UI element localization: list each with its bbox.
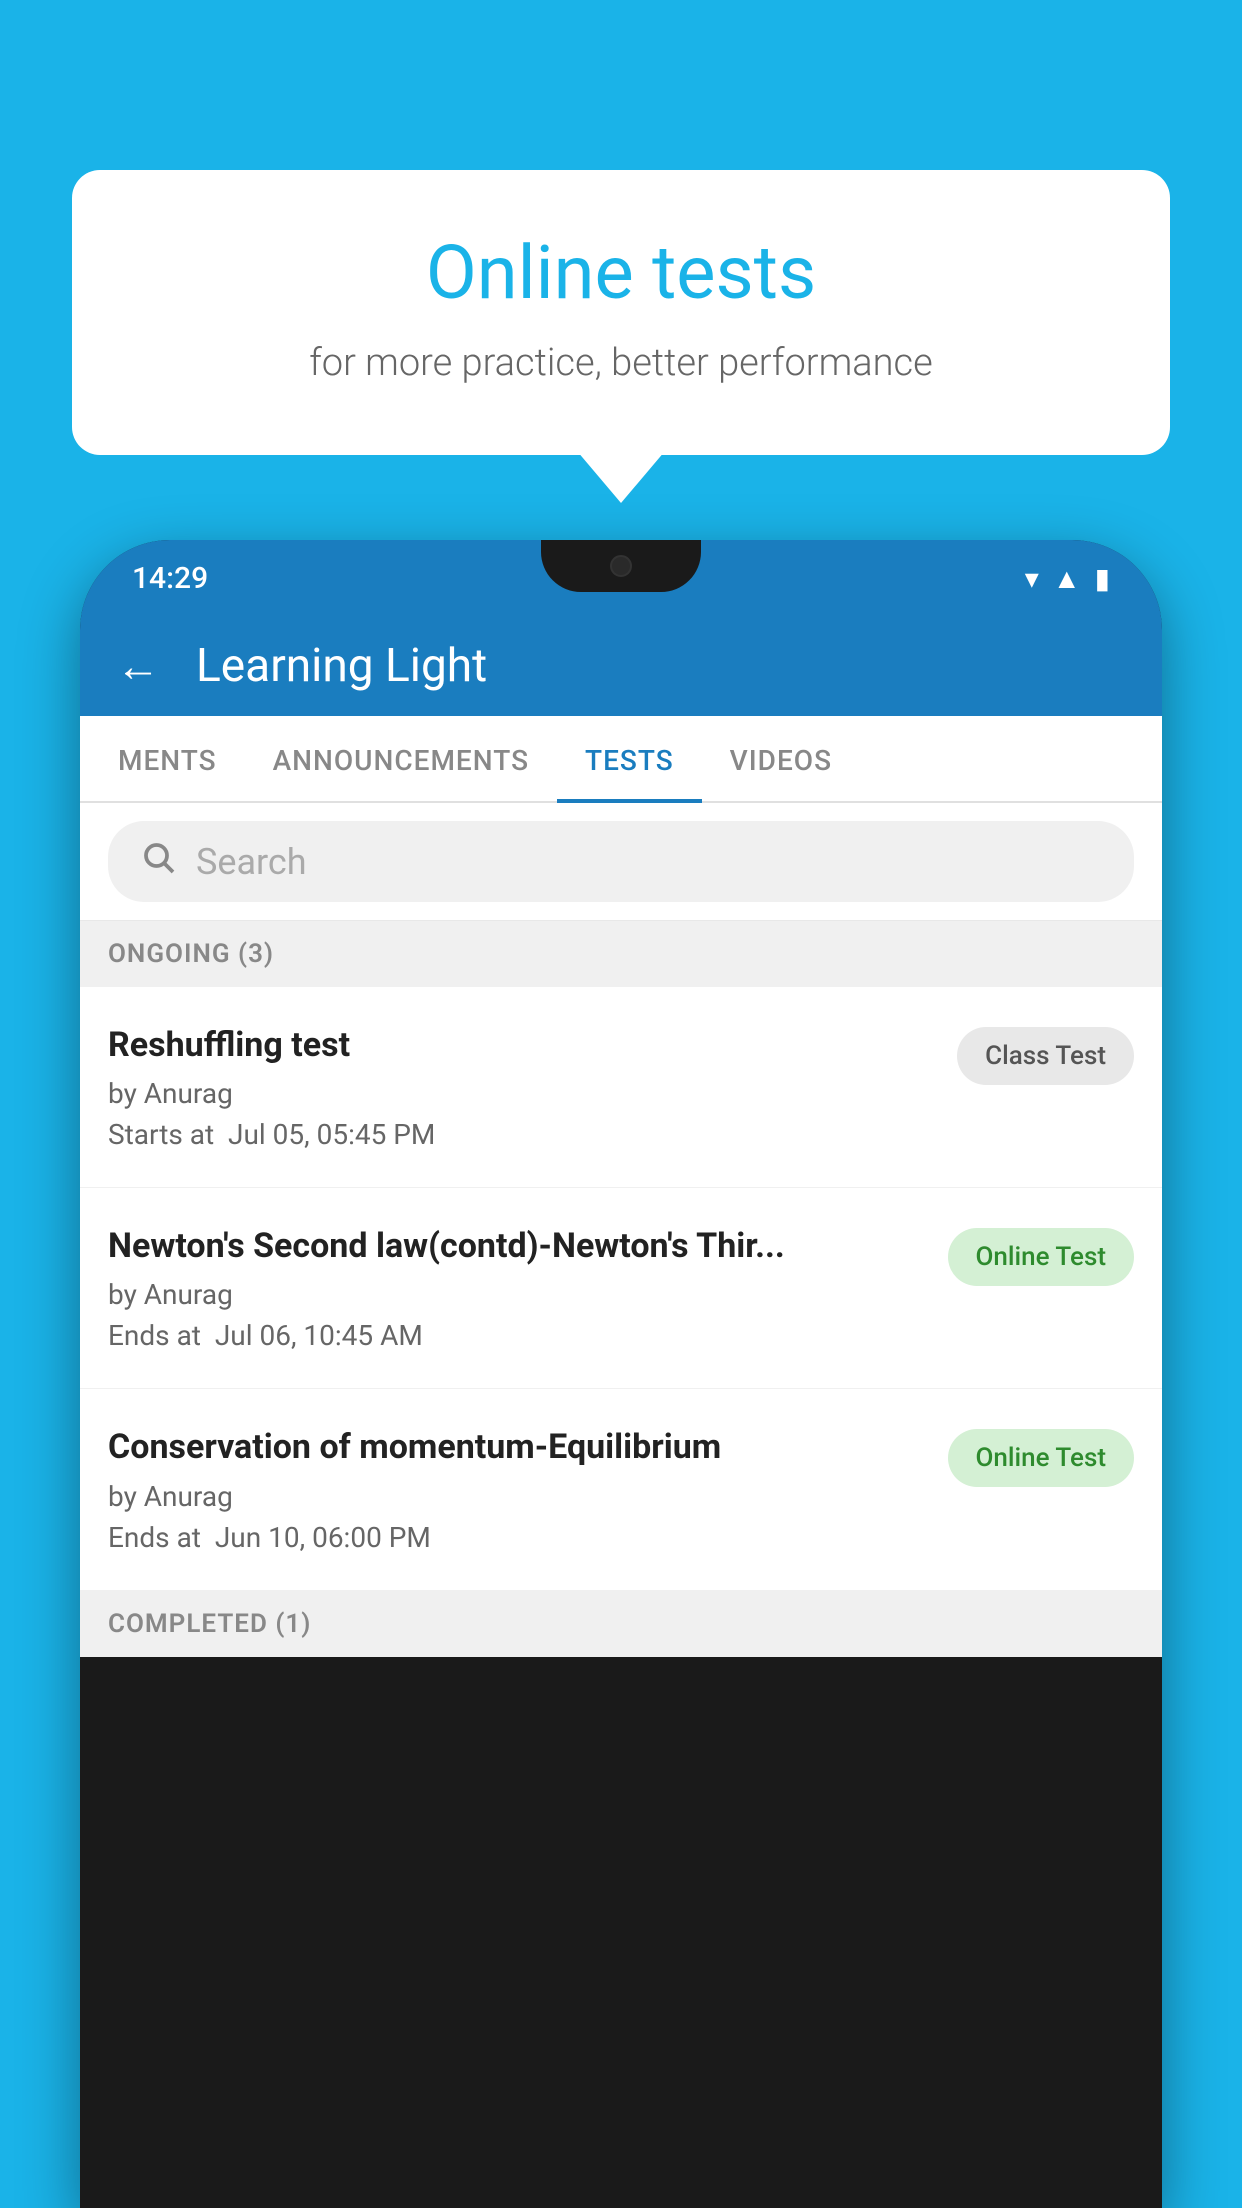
signal-icon: ▲ — [1053, 562, 1081, 595]
tabs-bar: MENTS ANNOUNCEMENTS TESTS VIDEOS — [80, 716, 1162, 803]
test-author-2: by Anurag — [108, 1278, 928, 1311]
test-item-3[interactable]: Conservation of momentum-Equilibrium by … — [80, 1389, 1162, 1590]
promo-subtitle: for more practice, better performance — [142, 341, 1100, 385]
app-bar: ← Learning Light — [80, 616, 1162, 716]
test-author-1: by Anurag — [108, 1077, 937, 1110]
status-bar: 14:29 ▾ ▲ ▮ — [80, 540, 1162, 616]
camera-dot — [610, 555, 632, 577]
phone-frame: 14:29 ▾ ▲ ▮ ← Learning Light MENTS ANNOU… — [80, 540, 1162, 2208]
tab-videos[interactable]: VIDEOS — [702, 716, 860, 801]
test-badge-1: Class Test — [957, 1027, 1134, 1085]
search-placeholder: Search — [196, 841, 307, 883]
app-title: Learning Light — [196, 639, 487, 693]
promo-title: Online tests — [142, 230, 1100, 317]
notch — [541, 540, 701, 592]
status-time: 14:29 — [132, 561, 208, 596]
test-author-3: by Anurag — [108, 1480, 928, 1513]
phone-screen: MENTS ANNOUNCEMENTS TESTS VIDEOS — [80, 716, 1162, 1657]
battery-icon: ▮ — [1095, 562, 1110, 595]
test-name-3: Conservation of momentum-Equilibrium — [108, 1425, 928, 1469]
tab-tests[interactable]: TESTS — [557, 716, 702, 801]
test-badge-2: Online Test — [948, 1228, 1135, 1286]
test-date-3: Ends at Jun 10, 06:00 PM — [108, 1521, 928, 1554]
search-container: Search — [80, 803, 1162, 921]
search-input-wrap[interactable]: Search — [108, 821, 1134, 902]
test-item-2[interactable]: Newton's Second law(contd)-Newton's Thir… — [80, 1188, 1162, 1389]
back-button[interactable]: ← — [116, 644, 160, 688]
tab-ments[interactable]: MENTS — [90, 716, 245, 801]
test-info-1: Reshuffling test by Anurag Starts at Jul… — [108, 1023, 957, 1151]
test-date-2: Ends at Jul 06, 10:45 AM — [108, 1319, 928, 1352]
completed-section-label: COMPLETED (1) — [80, 1591, 1162, 1657]
test-name-1: Reshuffling test — [108, 1023, 937, 1067]
test-badge-3: Online Test — [948, 1429, 1135, 1487]
tab-announcements[interactable]: ANNOUNCEMENTS — [245, 716, 557, 801]
status-icons: ▾ ▲ ▮ — [1025, 562, 1110, 595]
test-info-2: Newton's Second law(contd)-Newton's Thir… — [108, 1224, 948, 1352]
wifi-icon: ▾ — [1025, 562, 1039, 595]
promo-card: Online tests for more practice, better p… — [72, 170, 1170, 455]
test-item-1[interactable]: Reshuffling test by Anurag Starts at Jul… — [80, 987, 1162, 1188]
test-name-2: Newton's Second law(contd)-Newton's Thir… — [108, 1224, 928, 1268]
search-icon — [140, 839, 176, 884]
test-date-1: Starts at Jul 05, 05:45 PM — [108, 1118, 937, 1151]
test-list: Reshuffling test by Anurag Starts at Jul… — [80, 987, 1162, 1591]
test-info-3: Conservation of momentum-Equilibrium by … — [108, 1425, 948, 1553]
ongoing-section-label: ONGOING (3) — [80, 921, 1162, 987]
